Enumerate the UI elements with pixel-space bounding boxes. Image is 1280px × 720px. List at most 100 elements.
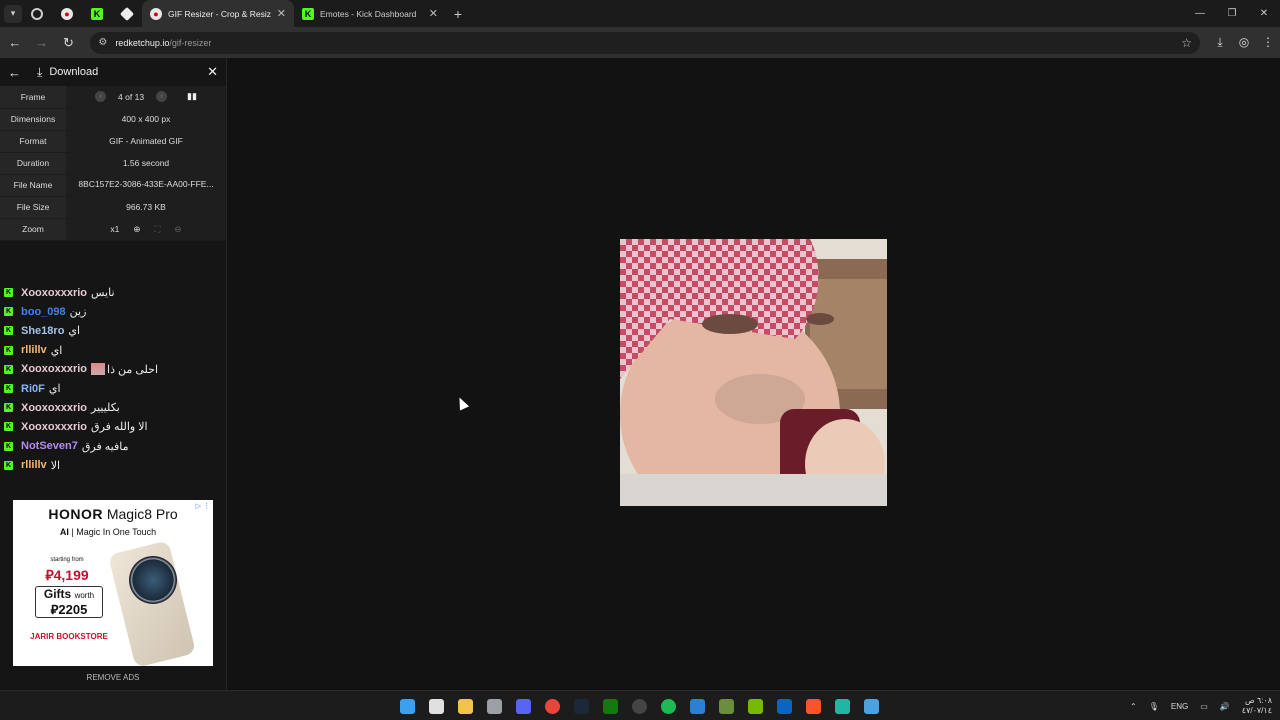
kick-badge-icon: K — [4, 384, 13, 394]
gif-frame-graphic — [620, 239, 887, 506]
advertisement[interactable]: ▷ ⋮ HONOR Magic8 Pro AI | Magic In One T… — [13, 500, 213, 666]
volume-icon[interactable]: 🔊 — [1220, 702, 1230, 711]
pinned-tab-4[interactable] — [112, 0, 142, 27]
close-window-button[interactable]: ✕ — [1248, 0, 1280, 27]
language-indicator[interactable]: ENG — [1171, 702, 1188, 711]
chat-username[interactable]: Xooxoxxxrio — [21, 402, 87, 414]
gif-preview-image[interactable] — [620, 239, 887, 506]
close-tab-icon[interactable]: ✕ — [429, 7, 438, 20]
url-path: /gif-resizer — [169, 37, 212, 48]
browser-window: ▾ ● K ● GIF Resizer - Crop & Resize Ani … — [0, 0, 1280, 720]
remove-ads-link[interactable]: REMOVE ADS — [13, 673, 213, 682]
chat-message: K Xooxoxxxrio نايس — [4, 283, 224, 302]
fit-screen-icon[interactable]: ⛶ — [155, 224, 161, 235]
format-value: GIF - Animated GIF — [66, 130, 226, 153]
file-name-label: File Name — [0, 174, 66, 197]
chat-message: Krllillv اي — [4, 341, 224, 360]
taskbar-photos-icon[interactable] — [857, 691, 886, 720]
taskbar-minecraft-icon[interactable] — [712, 691, 741, 720]
taskbar-windows-start-icon[interactable] — [393, 691, 422, 720]
chat-text: احلى من ذا — [107, 363, 159, 376]
tab-gif-resizer[interactable]: ● GIF Resizer - Crop & Resize Ani ✕ — [142, 0, 294, 27]
kick-badge-icon: K — [4, 422, 13, 432]
downloads-icon[interactable]: ⤓ — [1208, 35, 1232, 50]
chat-username[interactable]: NotSeven7 — [21, 440, 78, 452]
restore-button[interactable]: ❐ — [1216, 0, 1248, 27]
reload-button[interactable]: ↻ — [57, 35, 81, 51]
pinned-tab-2[interactable]: ● — [52, 0, 82, 27]
chat-message: K Ri0F اي — [4, 379, 224, 398]
taskbar-settings-icon[interactable] — [480, 691, 509, 720]
chat-text: الا — [50, 459, 61, 472]
file-name-value: 8BC157E2-3086-433E-AA00-FFE... — [78, 179, 214, 189]
zoom-out-icon[interactable]: ⊖ — [174, 224, 181, 235]
taskbar-brave-icon[interactable] — [799, 691, 828, 720]
forward-button[interactable]: → — [30, 35, 54, 50]
tray-overflow-icon[interactable]: ⌃ — [1130, 702, 1137, 711]
download-button[interactable]: Download — [49, 66, 98, 78]
ad-price: ⃁4,199 — [45, 567, 89, 583]
taskbar-file-explorer-icon[interactable] — [451, 691, 480, 720]
next-frame-icon[interactable]: › — [156, 91, 168, 103]
chat-text: اي — [48, 383, 61, 396]
chat-username[interactable]: Xooxoxxxrio — [21, 363, 87, 375]
zoom-value: x1 — [110, 224, 120, 234]
url-host: redketchup.io — [115, 37, 170, 48]
chat-username[interactable]: Ri0F — [21, 383, 45, 395]
tab-kick-emotes[interactable]: K Emotes - Kick Dashboard ✕ — [294, 0, 446, 27]
clock-time: ٦:٠٨ ص — [1244, 696, 1272, 705]
file-size-label: File Size — [0, 196, 66, 219]
chat-username[interactable]: She18ro — [21, 325, 64, 337]
chat-message: K Xooxoxxxrio الا والله فرق — [4, 417, 224, 436]
tab-title: GIF Resizer - Crop & Resize Ani — [168, 8, 271, 19]
microphone-icon[interactable]: 🎙 — [1149, 702, 1159, 711]
taskbar-nvidia-icon[interactable] — [741, 691, 770, 720]
browser-menu-icon[interactable]: ⋮ — [1256, 35, 1280, 50]
pinned-tab-1[interactable] — [22, 0, 52, 27]
chat-username[interactable]: boo_098 — [21, 306, 66, 318]
site-info-icon[interactable]: ⚙ — [98, 37, 107, 48]
address-bar[interactable]: ⚙ redketchup.io/gif-resizer ☆ — [90, 31, 1201, 54]
taskbar-chrome-icon[interactable] — [538, 691, 567, 720]
chat-username[interactable]: rllillv — [21, 459, 47, 471]
taskbar-obs-icon[interactable] — [625, 691, 654, 720]
close-icon[interactable]: ✕ — [207, 64, 218, 80]
pause-icon[interactable]: ▮▮ — [187, 91, 197, 102]
system-tray: ⌃ 🎙 ENG ▭ 🔊 ٦:٠٨ ص ٤٧/٠٧/١٤ — [1118, 691, 1272, 720]
pinned-tab-3[interactable]: K — [82, 0, 112, 27]
ad-store-logo: JARIR BOOKSTORE — [30, 632, 108, 641]
back-button[interactable]: ← — [3, 35, 27, 50]
table-row: Format GIF - Animated GIF — [0, 130, 226, 153]
gif-canvas-area[interactable] — [228, 58, 1280, 690]
clock[interactable]: ٦:٠٨ ص ٤٧/٠٧/١٤ — [1242, 696, 1272, 716]
minimize-button[interactable]: — — [1184, 0, 1216, 27]
chat-text: اي — [50, 344, 63, 357]
clock-date: ٤٧/٠٧/١٤ — [1241, 706, 1272, 715]
prev-frame-icon[interactable]: ‹ — [95, 91, 107, 103]
taskbar-store-icon[interactable] — [422, 691, 451, 720]
taskbar-steam-icon[interactable] — [567, 691, 596, 720]
close-tab-icon[interactable]: ✕ — [277, 7, 286, 20]
chat-username[interactable]: Xooxoxxxrio — [21, 287, 87, 299]
taskbar-audio-app-icon[interactable] — [828, 691, 857, 720]
tab-search-button[interactable]: ▾ — [4, 4, 22, 23]
chat-username[interactable]: rllillv — [21, 344, 47, 356]
profile-icon[interactable]: ◎ — [1232, 35, 1256, 50]
taskbar-spotify-icon[interactable] — [654, 691, 683, 720]
taskbar-outlook-icon[interactable] — [770, 691, 799, 720]
ad-ai-label: AI — [59, 527, 69, 537]
phone-camera-image — [129, 556, 177, 604]
kick-logo-icon: K — [91, 7, 103, 20]
back-arrow-icon[interactable]: ← — [8, 65, 21, 80]
bookmark-star-icon[interactable]: ☆ — [1181, 36, 1192, 50]
new-tab-button[interactable]: + — [446, 6, 470, 22]
chat-username[interactable]: Xooxoxxxrio — [21, 421, 87, 433]
ad-brand: HONOR — [48, 506, 103, 522]
taskbar-discord-icon[interactable] — [509, 691, 538, 720]
ad-gifts-value: ⃁2205 — [50, 602, 88, 617]
taskbar-xbox-icon[interactable] — [596, 691, 625, 720]
taskbar-ccleaner-icon[interactable] — [683, 691, 712, 720]
zoom-in-icon[interactable]: ⊕ — [133, 224, 140, 235]
download-icon[interactable]: ⤓ — [37, 65, 42, 80]
network-icon[interactable]: ▭ — [1200, 702, 1208, 711]
